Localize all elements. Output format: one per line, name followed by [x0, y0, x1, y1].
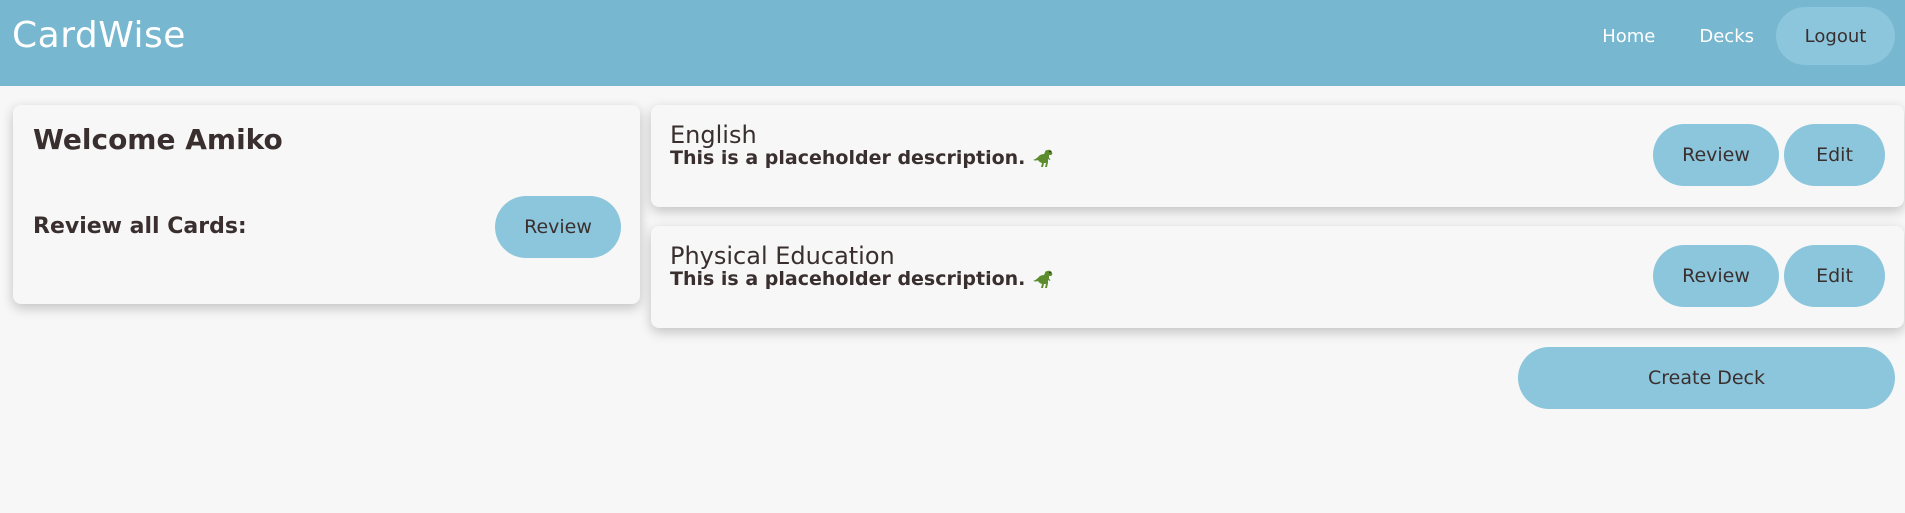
deck-card-physical-education: Physical Education This is a placeholder…	[651, 226, 1904, 328]
deck-edit-button[interactable]: Edit	[1784, 245, 1885, 307]
deck-description-text: This is a placeholder description.	[670, 268, 1026, 290]
deck-card-english: English This is a placeholder descriptio…	[651, 105, 1904, 207]
deck-name: Physical Education	[670, 242, 895, 270]
create-deck-button[interactable]: Create Deck	[1518, 347, 1895, 409]
deck-review-button[interactable]: Review	[1653, 245, 1779, 307]
deck-description: This is a placeholder description.	[670, 147, 1055, 169]
dinosaur-icon	[1033, 149, 1053, 167]
brand-logo[interactable]: CardWise	[12, 15, 186, 56]
navbar: CardWise Home Decks Logout	[0, 0, 1905, 86]
deck-description: This is a placeholder description.	[670, 268, 1055, 290]
deck-name: English	[670, 121, 757, 149]
welcome-title: Welcome Amiko	[33, 123, 283, 156]
nav-home-link[interactable]: Home	[1580, 26, 1677, 47]
deck-review-button[interactable]: Review	[1653, 124, 1779, 186]
nav-links: Home Decks Logout	[1580, 7, 1895, 65]
welcome-card: Welcome Amiko Review all Cards: Review	[13, 105, 640, 304]
deck-edit-button[interactable]: Edit	[1784, 124, 1885, 186]
deck-description-text: This is a placeholder description.	[670, 147, 1026, 169]
dinosaur-icon	[1033, 270, 1053, 288]
review-all-button[interactable]: Review	[495, 196, 621, 258]
nav-decks-link[interactable]: Decks	[1677, 26, 1776, 47]
review-all-label: Review all Cards:	[33, 214, 247, 239]
logout-button[interactable]: Logout	[1776, 7, 1895, 65]
